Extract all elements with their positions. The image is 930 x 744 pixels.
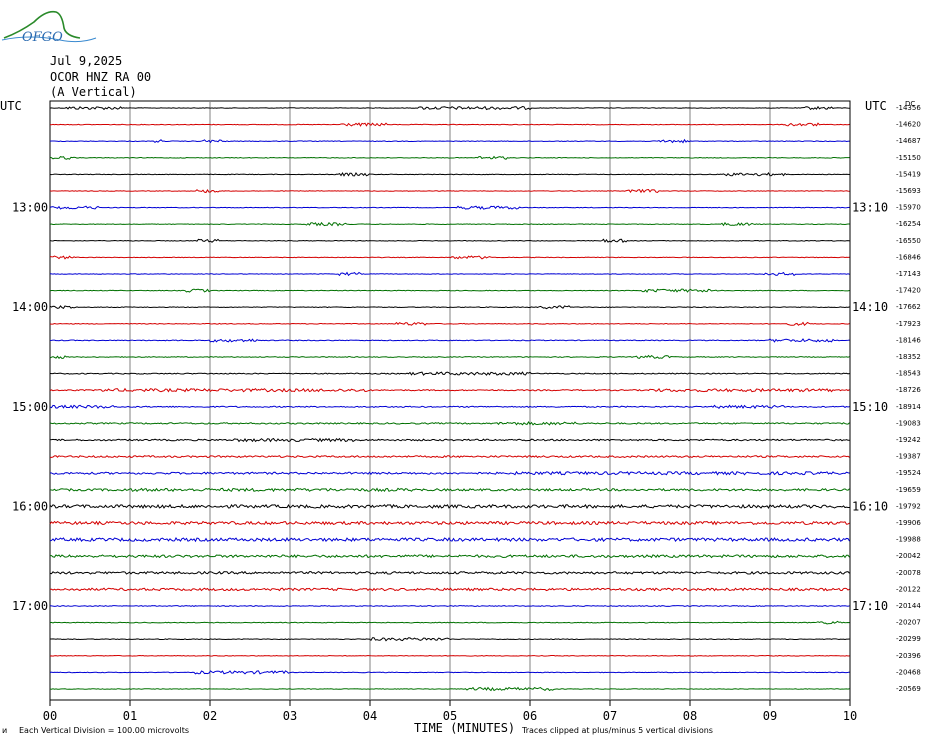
dc-offset-value: -17420 [896,287,921,295]
x-tick-label: 01 [123,709,137,723]
dc-offset-value: -20042 [896,552,921,560]
x-tick-label: 09 [763,709,777,723]
dc-offset-value: -17662 [896,303,921,311]
x-tick-label: 10 [843,709,857,723]
dc-offset-value: -18146 [896,336,921,344]
left-time-label: 15:00 [12,400,48,414]
dc-offset-value: -20468 [896,668,921,676]
dc-offset-value: -15693 [896,187,921,195]
dc-offset-value: -20078 [896,569,921,577]
left-utc-label: UTC [0,99,22,113]
x-tick-label: 06 [523,709,537,723]
helicorder-chart: 00 01 02 03 04 05 06 07 08 09 1013:0014:0015:0016:… [0,99,921,735]
chart-grid [49,100,851,706]
dc-offset-value: -18543 [896,370,921,378]
chart-labels: 00 01 02 03 04 05 06 07 08 09 1013:0014:0015:0016:… [12,104,921,723]
dc-offset-value: -15970 [896,204,921,212]
dc-offset-value: -20144 [896,602,921,610]
dc-offset-value: -19387 [896,453,921,461]
dc-offset-value: -18726 [896,386,921,394]
dc-offset-value: -17923 [896,320,921,328]
dc-offset-value: -19988 [896,536,921,544]
dc-offset-value: -19792 [896,502,921,510]
right-time-label: 15:10 [852,400,888,414]
x-tick-label: 07 [603,709,617,723]
left-time-label: 16:00 [12,499,48,513]
dc-offset-value: -20122 [896,585,921,593]
right-time-label: 17:10 [852,599,888,613]
dc-offset-value: -16550 [896,237,921,245]
dc-offset-value: -16846 [896,253,921,261]
dc-offset-value: -20299 [896,635,921,643]
right-time-label: 16:10 [852,499,888,513]
corner-mark: ᴎ [2,726,7,735]
right-time-label: 14:10 [852,300,888,314]
right-utc-label: UTC [865,99,887,113]
dc-offset-value: -20396 [896,652,921,660]
dc-offset-value: -14687 [896,137,921,145]
dc-offset-value: -19906 [896,519,921,527]
right-time-label: 13:10 [852,201,888,215]
scale-note: Each Vertical Division = 100.00 microvol… [19,726,189,735]
left-time-label: 17:00 [12,599,48,613]
dc-offset-value: -14620 [896,121,921,129]
left-time-label: 14:00 [12,300,48,314]
dc-offset-value: -20207 [896,619,921,627]
clip-note: Traces clipped at plus/minus 5 vertical … [521,726,713,735]
dc-offset-value: -19524 [896,469,921,477]
dc-offset-value: -15150 [896,154,921,162]
x-tick-label: 02 [203,709,217,723]
x-axis-title: TIME (MINUTES) [414,721,515,735]
x-tick-label: 03 [283,709,297,723]
left-time-label: 13:00 [12,201,48,215]
dc-offset-value: -19659 [896,486,921,494]
dc-offset-value: -19083 [896,419,921,427]
x-tick-label: 00 [43,709,57,723]
dc-offset-value: -20569 [896,685,921,693]
seismic-trace [49,605,850,607]
x-tick-label: 08 [683,709,697,723]
dc-offset-value: -17143 [896,270,921,278]
dc-offset-value: -18352 [896,353,921,361]
dc-label: DC [905,100,915,108]
dc-offset-value: -18914 [896,403,921,411]
x-tick-label: 04 [363,709,377,723]
dc-offset-value: -15419 [896,170,921,178]
dc-offset-value: -19242 [896,436,921,444]
dc-offset-value: -16254 [896,220,921,228]
seismic-trace [49,654,850,657]
